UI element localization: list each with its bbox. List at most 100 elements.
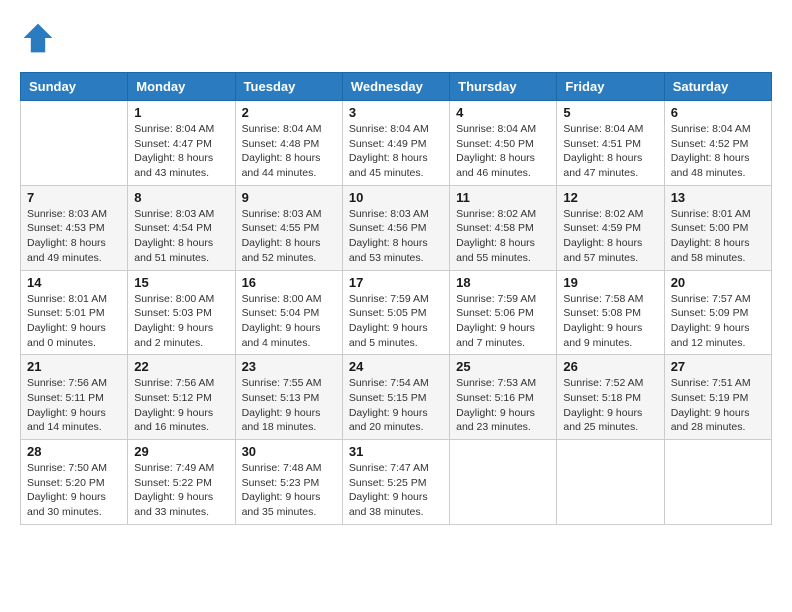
day-number: 26 xyxy=(563,359,657,374)
day-info: Sunrise: 8:00 AM Sunset: 5:04 PM Dayligh… xyxy=(242,292,336,351)
calendar-cell: 10 Sunrise: 8:03 AM Sunset: 4:56 PM Dayli… xyxy=(342,185,449,270)
day-number: 11 xyxy=(456,190,550,205)
header-day-thursday: Thursday xyxy=(450,73,557,101)
day-info: Sunrise: 8:01 AM Sunset: 5:00 PM Dayligh… xyxy=(671,207,765,266)
day-info: Sunrise: 8:03 AM Sunset: 4:55 PM Dayligh… xyxy=(242,207,336,266)
day-info: Sunrise: 7:55 AM Sunset: 5:13 PM Dayligh… xyxy=(242,376,336,435)
header-day-wednesday: Wednesday xyxy=(342,73,449,101)
day-number: 24 xyxy=(349,359,443,374)
calendar-cell: 13 Sunrise: 8:01 AM Sunset: 5:00 PM Dayli… xyxy=(664,185,771,270)
day-number: 15 xyxy=(134,275,228,290)
calendar-cell: 6 Sunrise: 8:04 AM Sunset: 4:52 PM Daylig… xyxy=(664,101,771,186)
day-number: 21 xyxy=(27,359,121,374)
day-info: Sunrise: 8:03 AM Sunset: 4:54 PM Dayligh… xyxy=(134,207,228,266)
day-info: Sunrise: 8:04 AM Sunset: 4:49 PM Dayligh… xyxy=(349,122,443,181)
day-number: 27 xyxy=(671,359,765,374)
day-info: Sunrise: 8:01 AM Sunset: 5:01 PM Dayligh… xyxy=(27,292,121,351)
logo xyxy=(20,20,60,56)
header-day-saturday: Saturday xyxy=(664,73,771,101)
day-number: 2 xyxy=(242,105,336,120)
day-number: 17 xyxy=(349,275,443,290)
calendar-cell: 9 Sunrise: 8:03 AM Sunset: 4:55 PM Daylig… xyxy=(235,185,342,270)
calendar-cell: 21 Sunrise: 7:56 AM Sunset: 5:11 PM Dayli… xyxy=(21,355,128,440)
day-number: 5 xyxy=(563,105,657,120)
day-info: Sunrise: 7:53 AM Sunset: 5:16 PM Dayligh… xyxy=(456,376,550,435)
day-number: 29 xyxy=(134,444,228,459)
day-info: Sunrise: 8:03 AM Sunset: 4:56 PM Dayligh… xyxy=(349,207,443,266)
day-number: 23 xyxy=(242,359,336,374)
day-number: 16 xyxy=(242,275,336,290)
calendar-week-row: 14 Sunrise: 8:01 AM Sunset: 5:01 PM Dayli… xyxy=(21,270,772,355)
calendar-header-row: SundayMondayTuesdayWednesdayThursdayFrid… xyxy=(21,73,772,101)
day-info: Sunrise: 8:04 AM Sunset: 4:48 PM Dayligh… xyxy=(242,122,336,181)
day-info: Sunrise: 7:49 AM Sunset: 5:22 PM Dayligh… xyxy=(134,461,228,520)
day-info: Sunrise: 8:03 AM Sunset: 4:53 PM Dayligh… xyxy=(27,207,121,266)
day-number: 20 xyxy=(671,275,765,290)
calendar-cell: 11 Sunrise: 8:02 AM Sunset: 4:58 PM Dayli… xyxy=(450,185,557,270)
day-info: Sunrise: 8:04 AM Sunset: 4:50 PM Dayligh… xyxy=(456,122,550,181)
calendar-cell: 31 Sunrise: 7:47 AM Sunset: 5:25 PM Dayli… xyxy=(342,440,449,525)
page-header xyxy=(20,20,772,56)
day-number: 6 xyxy=(671,105,765,120)
calendar-cell: 18 Sunrise: 7:59 AM Sunset: 5:06 PM Dayli… xyxy=(450,270,557,355)
day-info: Sunrise: 8:00 AM Sunset: 5:03 PM Dayligh… xyxy=(134,292,228,351)
day-number: 18 xyxy=(456,275,550,290)
day-number: 14 xyxy=(27,275,121,290)
day-number: 22 xyxy=(134,359,228,374)
logo-icon xyxy=(20,20,56,56)
calendar-week-row: 28Sunrise: 7:50 AM Sunset: 5:20 PM Dayli… xyxy=(21,440,772,525)
day-info: Sunrise: 7:51 AM Sunset: 5:19 PM Dayligh… xyxy=(671,376,765,435)
calendar-cell: 28Sunrise: 7:50 AM Sunset: 5:20 PM Dayli… xyxy=(21,440,128,525)
calendar-cell: 17 Sunrise: 7:59 AM Sunset: 5:05 PM Dayli… xyxy=(342,270,449,355)
calendar-cell: 12Sunrise: 8:02 AM Sunset: 4:59 PM Dayli… xyxy=(557,185,664,270)
day-number: 9 xyxy=(242,190,336,205)
day-info: Sunrise: 7:58 AM Sunset: 5:08 PM Dayligh… xyxy=(563,292,657,351)
calendar-cell: 15 Sunrise: 8:00 AM Sunset: 5:03 PM Dayli… xyxy=(128,270,235,355)
day-number: 31 xyxy=(349,444,443,459)
day-info: Sunrise: 7:56 AM Sunset: 5:12 PM Dayligh… xyxy=(134,376,228,435)
calendar-table: SundayMondayTuesdayWednesdayThursdayFrid… xyxy=(20,72,772,525)
day-info: Sunrise: 7:47 AM Sunset: 5:25 PM Dayligh… xyxy=(349,461,443,520)
day-number: 3 xyxy=(349,105,443,120)
calendar-cell xyxy=(557,440,664,525)
day-number: 10 xyxy=(349,190,443,205)
header-day-friday: Friday xyxy=(557,73,664,101)
calendar-cell: 23 Sunrise: 7:55 AM Sunset: 5:13 PM Dayli… xyxy=(235,355,342,440)
calendar-week-row: 7Sunrise: 8:03 AM Sunset: 4:53 PM Daylig… xyxy=(21,185,772,270)
day-number: 13 xyxy=(671,190,765,205)
day-number: 4 xyxy=(456,105,550,120)
calendar-cell: 26 Sunrise: 7:52 AM Sunset: 5:18 PM Dayli… xyxy=(557,355,664,440)
day-info: Sunrise: 8:04 AM Sunset: 4:52 PM Dayligh… xyxy=(671,122,765,181)
day-number: 8 xyxy=(134,190,228,205)
day-info: Sunrise: 7:57 AM Sunset: 5:09 PM Dayligh… xyxy=(671,292,765,351)
day-info: Sunrise: 7:54 AM Sunset: 5:15 PM Dayligh… xyxy=(349,376,443,435)
day-info: Sunrise: 8:04 AM Sunset: 4:51 PM Dayligh… xyxy=(563,122,657,181)
day-info: Sunrise: 7:59 AM Sunset: 5:06 PM Dayligh… xyxy=(456,292,550,351)
header-day-tuesday: Tuesday xyxy=(235,73,342,101)
calendar-cell: 8 Sunrise: 8:03 AM Sunset: 4:54 PM Daylig… xyxy=(128,185,235,270)
calendar-cell: 1Sunrise: 8:04 AM Sunset: 4:47 PM Daylig… xyxy=(128,101,235,186)
calendar-cell: 3 Sunrise: 8:04 AM Sunset: 4:49 PM Daylig… xyxy=(342,101,449,186)
day-info: Sunrise: 7:48 AM Sunset: 5:23 PM Dayligh… xyxy=(242,461,336,520)
calendar-cell: 29 Sunrise: 7:49 AM Sunset: 5:22 PM Dayli… xyxy=(128,440,235,525)
calendar-cell: 24 Sunrise: 7:54 AM Sunset: 5:15 PM Dayli… xyxy=(342,355,449,440)
calendar-cell xyxy=(664,440,771,525)
day-info: Sunrise: 8:02 AM Sunset: 4:59 PM Dayligh… xyxy=(563,207,657,266)
day-info: Sunrise: 7:56 AM Sunset: 5:11 PM Dayligh… xyxy=(27,376,121,435)
calendar-cell: 4 Sunrise: 8:04 AM Sunset: 4:50 PM Daylig… xyxy=(450,101,557,186)
calendar-cell xyxy=(450,440,557,525)
calendar-cell: 30 Sunrise: 7:48 AM Sunset: 5:23 PM Dayli… xyxy=(235,440,342,525)
calendar-cell: 25Sunrise: 7:53 AM Sunset: 5:16 PM Dayli… xyxy=(450,355,557,440)
day-info: Sunrise: 8:02 AM Sunset: 4:58 PM Dayligh… xyxy=(456,207,550,266)
calendar-cell: 14 Sunrise: 8:01 AM Sunset: 5:01 PM Dayli… xyxy=(21,270,128,355)
calendar-cell: 16 Sunrise: 8:00 AM Sunset: 5:04 PM Dayli… xyxy=(235,270,342,355)
calendar-week-row: 1Sunrise: 8:04 AM Sunset: 4:47 PM Daylig… xyxy=(21,101,772,186)
day-info: Sunrise: 7:52 AM Sunset: 5:18 PM Dayligh… xyxy=(563,376,657,435)
header-day-monday: Monday xyxy=(128,73,235,101)
day-number: 19 xyxy=(563,275,657,290)
calendar-cell: 19 Sunrise: 7:58 AM Sunset: 5:08 PM Dayli… xyxy=(557,270,664,355)
calendar-cell: 27 Sunrise: 7:51 AM Sunset: 5:19 PM Dayli… xyxy=(664,355,771,440)
calendar-cell: 20 Sunrise: 7:57 AM Sunset: 5:09 PM Dayli… xyxy=(664,270,771,355)
day-number: 30 xyxy=(242,444,336,459)
day-info: Sunrise: 7:59 AM Sunset: 5:05 PM Dayligh… xyxy=(349,292,443,351)
